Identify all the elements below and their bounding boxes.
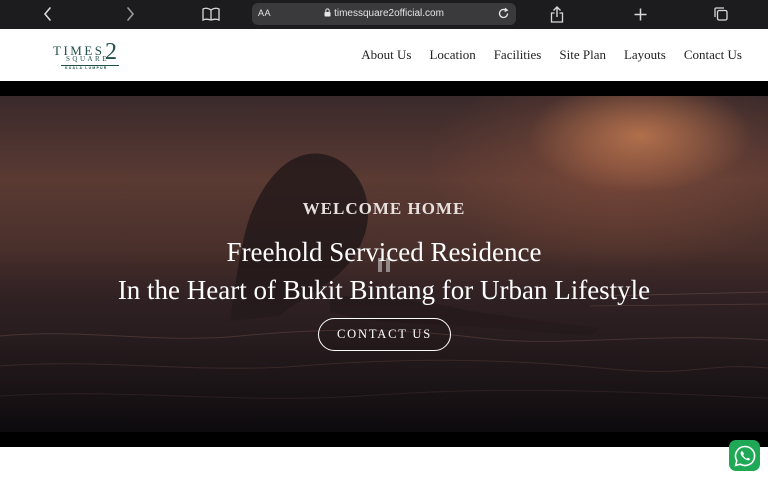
browser-toolbar: AA timessquare2official.com	[0, 0, 768, 29]
nav-item-layouts[interactable]: Layouts	[624, 47, 666, 63]
logo[interactable]: TIMES 2 SQUARE KUALA LUMPUR	[53, 39, 123, 71]
book-icon[interactable]	[201, 3, 221, 25]
nav-item-location[interactable]: Location	[429, 47, 475, 63]
plus-icon[interactable]	[632, 3, 648, 25]
reload-icon[interactable]	[497, 7, 510, 23]
video-letterbox-top	[0, 81, 768, 96]
nav-item-about-us[interactable]: About Us	[361, 47, 411, 63]
whatsapp-icon	[733, 445, 755, 467]
main-nav: About Us Location Facilities Site Plan L…	[361, 29, 742, 81]
logo-word-bottom: SQUARE	[66, 55, 110, 63]
whatsapp-button[interactable]	[729, 440, 760, 471]
address-bar[interactable]: AA timessquare2official.com	[252, 3, 516, 25]
nav-item-site-plan[interactable]: Site Plan	[559, 47, 606, 63]
contact-us-button[interactable]: CONTACT US	[318, 318, 451, 351]
hero-headline-line-2: In the Heart of Bukit Bintang for Urban …	[117, 275, 651, 305]
chevron-left-icon[interactable]	[40, 3, 56, 25]
video-letterbox-bottom	[0, 432, 768, 447]
chevron-right-icon[interactable]	[122, 3, 138, 25]
site-header: TIMES 2 SQUARE KUALA LUMPUR About Us Loc…	[0, 29, 768, 81]
hero-eyebrow: WELCOME HOME	[302, 199, 466, 218]
nav-item-contact-us[interactable]: Contact Us	[684, 47, 742, 63]
logo-tagline: KUALA LUMPUR	[65, 66, 108, 70]
tabs-icon[interactable]	[713, 3, 729, 25]
share-icon[interactable]	[549, 3, 565, 25]
pause-icon[interactable]	[378, 258, 391, 272]
hero-video: WELCOME HOME Freehold Serviced Residence…	[0, 96, 768, 432]
url-text: timessquare2official.com	[334, 8, 444, 19]
lock-icon	[324, 8, 331, 20]
nav-item-facilities[interactable]: Facilities	[494, 47, 542, 63]
